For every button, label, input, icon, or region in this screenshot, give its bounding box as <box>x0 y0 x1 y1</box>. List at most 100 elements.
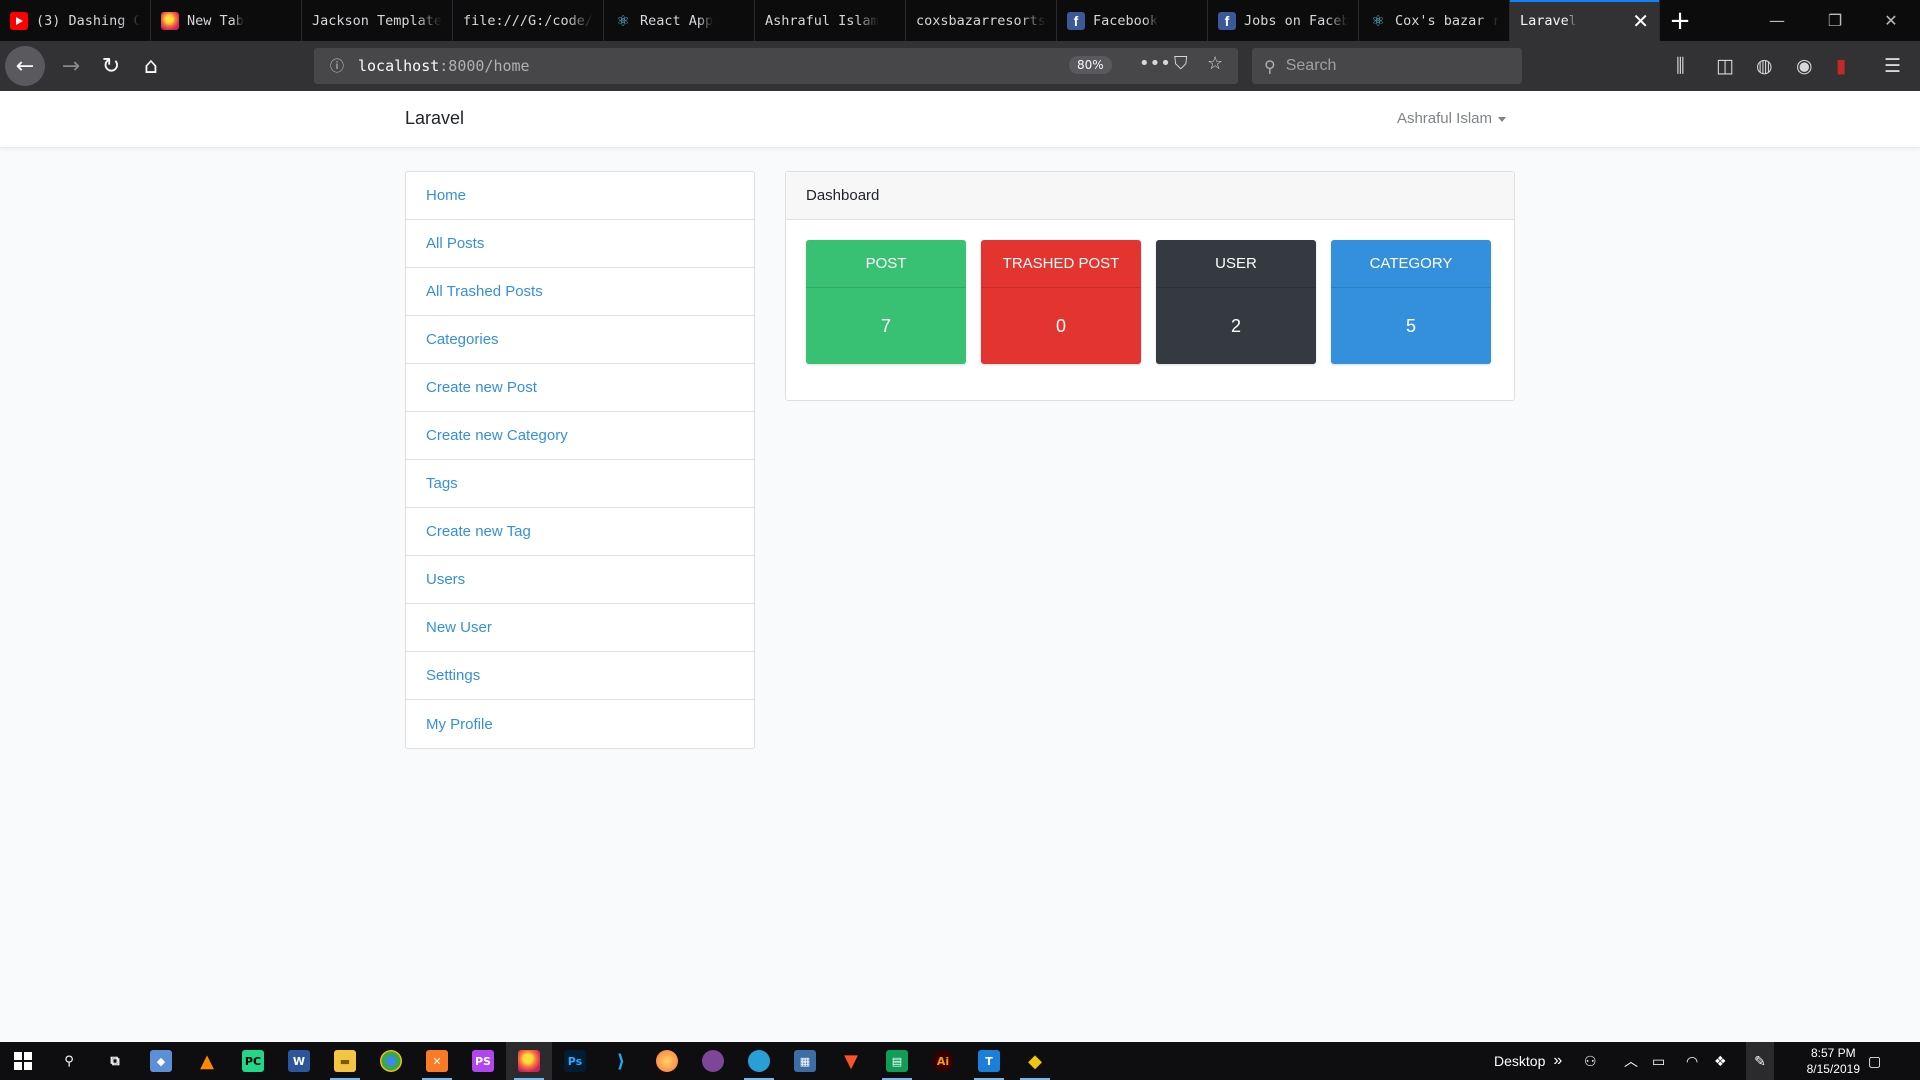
sidebar-item-settings[interactable]: Settings <box>406 652 754 700</box>
firefox-dev-icon[interactable] <box>644 1042 690 1080</box>
sidebar-toggle-icon[interactable]: ◫ <box>1716 55 1734 77</box>
photoshop-icon[interactable]: Ps <box>552 1042 598 1080</box>
browser-tab[interactable]: f Facebook <box>1057 0 1208 41</box>
sidebar-item-categories[interactable]: Categories <box>406 316 754 364</box>
system-clock[interactable]: 8:57 PM 8/15/2019 <box>1807 1045 1860 1077</box>
pen-icon[interactable]: ✎ <box>1746 1042 1774 1080</box>
site-info-icon[interactable]: ⓘ <box>322 56 352 76</box>
reload-button[interactable]: ↻ <box>91 46 131 86</box>
word-icon[interactable]: W <box>276 1042 322 1080</box>
home-button[interactable]: ⌂ <box>131 46 171 86</box>
3d-viewer-icon[interactable]: ◆ <box>138 1042 184 1080</box>
stat-value: 2 <box>1230 315 1241 336</box>
sidebar-item-trashed-posts[interactable]: All Trashed Posts <box>406 268 754 316</box>
file-explorer-icon[interactable]: ▬ <box>322 1042 368 1080</box>
sidebar-item-all-posts[interactable]: All Posts <box>406 220 754 268</box>
task-view-icon[interactable]: ⧉ <box>92 1042 138 1080</box>
vlc-icon[interactable]: ▲ <box>184 1042 230 1080</box>
sidebar-item-my-profile[interactable]: My Profile <box>406 700 754 748</box>
sidebar-item-create-category[interactable]: Create new Category <box>406 412 754 460</box>
browser-tab-active[interactable]: Laravel ✕ <box>1510 0 1660 41</box>
bookmark-star-icon[interactable]: ☆ <box>1207 53 1223 74</box>
stat-card-users: USER 2 <box>1156 240 1316 364</box>
browser-tab[interactable]: Ashraful Islam <box>755 0 906 41</box>
globe-icon[interactable]: ◍ <box>1756 55 1773 77</box>
sidebar-item-create-tag[interactable]: Create new Tag <box>406 508 754 556</box>
browser-tab[interactable]: ⚛ Cox's bazar r <box>1359 0 1510 41</box>
xampp-icon[interactable]: ✕ <box>414 1042 460 1080</box>
tab-label: Laravel <box>1520 12 1577 29</box>
dropbox-icon[interactable]: ❖ <box>1714 1042 1727 1080</box>
search-icon[interactable]: ⚲ <box>46 1042 92 1080</box>
app-navbar: Laravel Ashraful Islam <box>0 91 1920 148</box>
sidebar-item-create-post[interactable]: Create new Post <box>406 364 754 412</box>
phpstorm-icon[interactable]: PS <box>460 1042 506 1080</box>
library-icon[interactable]: ⫼ <box>1676 55 1685 77</box>
extension-icon[interactable]: ▮ <box>1836 55 1846 77</box>
menu-icon[interactable]: ☰ <box>1884 55 1901 77</box>
back-button[interactable]: ← <box>5 46 45 86</box>
notifications-icon[interactable]: ▢ <box>1868 1042 1881 1080</box>
sidebar-item-tags[interactable]: Tags <box>406 460 754 508</box>
chrome-icon[interactable] <box>368 1042 414 1080</box>
battery-icon[interactable]: ▭ <box>1652 1042 1665 1080</box>
typora-icon[interactable]: T <box>966 1042 1012 1080</box>
desktop-toolbar[interactable]: Desktop » <box>1494 1042 1562 1080</box>
vscode-icon[interactable]: ⟩ <box>598 1042 644 1080</box>
forward-button[interactable]: → <box>51 46 91 86</box>
stat-card-categories: CATEGORY 5 <box>1331 240 1491 364</box>
brave-icon[interactable]: ▼ <box>828 1042 874 1080</box>
search-icon: ⚲ <box>1264 56 1276 76</box>
pocket-icon[interactable]: ⛉ <box>1174 53 1188 74</box>
windows-taskbar: ⚲ ⧉ ◆ ▲ PC W ▬ ✕ PS Ps ⟩ ▦ ▼ ▤ Ai T ◆ De… <box>0 1042 1920 1080</box>
tab-label: New Tab <box>187 12 244 29</box>
stat-label: USER <box>1156 240 1316 288</box>
react-icon: ⚛ <box>617 10 629 31</box>
sidebar-item-home[interactable]: Home <box>406 172 754 220</box>
people-icon[interactable]: ⚇ <box>1584 1042 1597 1080</box>
sidebar-item-new-user[interactable]: New User <box>406 604 754 652</box>
wifi-icon[interactable]: ◠ <box>1686 1042 1698 1080</box>
close-tab-icon[interactable]: ✕ <box>1632 9 1649 33</box>
brand-link[interactable]: Laravel <box>405 108 464 129</box>
user-dropdown[interactable]: Ashraful Islam <box>1397 110 1506 127</box>
stat-value: 7 <box>880 315 891 336</box>
media-app-icon[interactable] <box>736 1042 782 1080</box>
sidebar-item-users[interactable]: Users <box>406 556 754 604</box>
browser-tab[interactable]: coxsbazarresorts <box>906 0 1057 41</box>
git-icon[interactable]: ◆ <box>1012 1042 1058 1080</box>
facebook-icon: f <box>1067 11 1085 30</box>
zoom-badge[interactable]: 80% <box>1069 56 1112 74</box>
restore-icon[interactable]: ❐ <box>1806 0 1864 41</box>
page-actions-icon[interactable]: ••• <box>1139 53 1171 74</box>
sheets-icon[interactable]: ▤ <box>874 1042 920 1080</box>
tab-label: Cox's bazar r <box>1395 12 1499 29</box>
window-close-icon[interactable]: ✕ <box>1862 0 1920 41</box>
pycharm-icon[interactable]: PC <box>230 1042 276 1080</box>
windows-start-icon[interactable] <box>0 1042 46 1080</box>
dashboard-title: Dashboard <box>786 172 1514 220</box>
search-input[interactable]: ⚲ Search <box>1252 48 1522 84</box>
new-tab-button[interactable]: + <box>1660 0 1700 41</box>
account-icon[interactable]: ◉ <box>1796 55 1813 77</box>
illustrator-icon[interactable]: Ai <box>920 1042 966 1080</box>
browser-tab[interactable]: (3) Dashing C <box>0 0 151 41</box>
firefox-icon[interactable] <box>506 1042 552 1080</box>
tab-label: file:///G:/code/ <box>463 12 593 29</box>
desktop-label: Desktop <box>1494 1053 1546 1069</box>
address-bar[interactable]: ⓘ localhost:8000/home 80% ••• ⛉ ☆ <box>314 48 1238 84</box>
chevron-right-icon: » <box>1553 1052 1563 1069</box>
browser-tab[interactable]: f Jobs on Faceb <box>1208 0 1359 41</box>
browser-tab[interactable]: ⚛ React App <box>604 0 755 41</box>
browser-toolbar: ← → ↻ ⌂ ⓘ localhost:8000/home 80% ••• ⛉ … <box>0 41 1920 91</box>
stat-label: TRASHED POST <box>981 240 1141 288</box>
tab-label: coxsbazarresorts <box>916 12 1046 29</box>
chevron-up-icon[interactable]: ︿ <box>1624 1042 1638 1080</box>
browser-tab[interactable]: file:///G:/code/ <box>453 0 604 41</box>
browser-tab[interactable]: Jackson Template <box>302 0 453 41</box>
browser-tab[interactable]: New Tab <box>151 0 302 41</box>
tab-label: Facebook <box>1093 12 1159 29</box>
tor-browser-icon[interactable] <box>690 1042 736 1080</box>
minimize-icon[interactable]: — <box>1748 0 1806 41</box>
network-tool-icon[interactable]: ▦ <box>782 1042 828 1080</box>
